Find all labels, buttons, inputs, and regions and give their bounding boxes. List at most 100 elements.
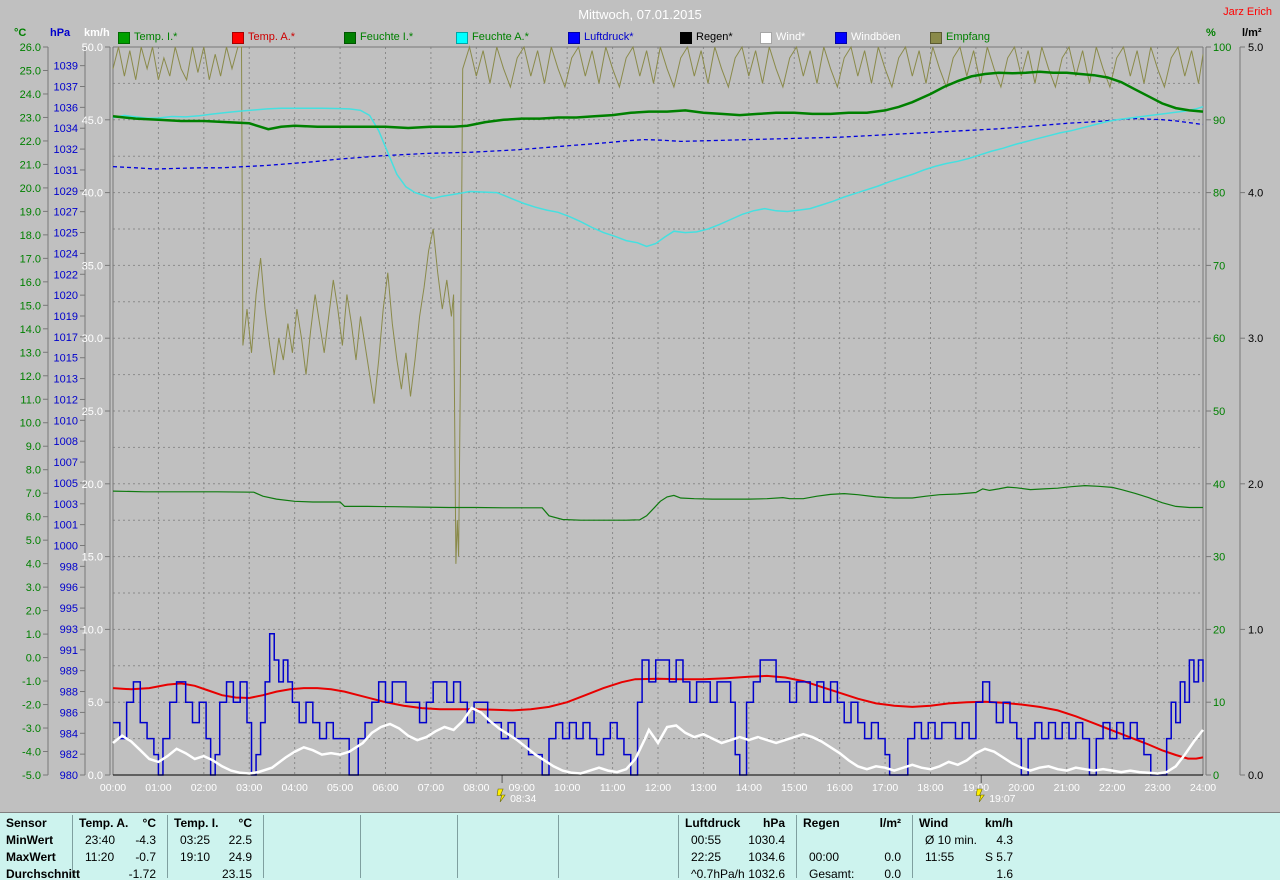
svg-text:0.0: 0.0 [26, 653, 41, 665]
svg-text:21.0: 21.0 [20, 159, 41, 171]
svg-text:80: 80 [1213, 188, 1225, 200]
svg-text:22:00: 22:00 [1099, 782, 1125, 794]
svg-text:40.0: 40.0 [82, 188, 103, 200]
svg-text:2.0: 2.0 [26, 606, 41, 618]
svg-text:00:00: 00:00 [100, 782, 126, 794]
svg-text:1013: 1013 [54, 374, 78, 386]
table-cell: 0.0 [797, 867, 901, 881]
svg-text:8.0: 8.0 [26, 465, 41, 477]
svg-text:08:34: 08:34 [510, 793, 536, 805]
svg-text:30: 30 [1213, 552, 1225, 564]
svg-text:996: 996 [60, 582, 78, 594]
svg-text:23:00: 23:00 [1144, 782, 1170, 794]
svg-text:90: 90 [1213, 115, 1225, 127]
svg-text:13.0: 13.0 [20, 347, 41, 359]
svg-text:07:00: 07:00 [418, 782, 444, 794]
svg-text:17:00: 17:00 [872, 782, 898, 794]
chart-svg: 26.025.024.023.022.021.020.019.018.017.0… [0, 0, 1280, 812]
svg-text:35.0: 35.0 [82, 260, 103, 272]
svg-text:0: 0 [1213, 770, 1219, 782]
svg-text:03:00: 03:00 [236, 782, 262, 794]
svg-text:60: 60 [1213, 333, 1225, 345]
table-cell: 1034.6 [679, 850, 785, 864]
svg-text:1034: 1034 [54, 123, 78, 135]
table-cell: 24.9 [168, 850, 252, 864]
table-cell: S 5.7 [913, 850, 1013, 864]
stats-table: SensorMinWertMaxWertDurchschnittTemp. A.… [0, 812, 1280, 881]
svg-text:24:00: 24:00 [1190, 782, 1216, 794]
svg-text:15.0: 15.0 [82, 552, 103, 564]
svg-text:10:00: 10:00 [554, 782, 580, 794]
svg-text:12:00: 12:00 [645, 782, 671, 794]
svg-text:11:00: 11:00 [600, 782, 626, 794]
svg-text:1039: 1039 [54, 61, 78, 73]
svg-text:16.0: 16.0 [20, 277, 41, 289]
svg-text:1005: 1005 [54, 478, 78, 490]
svg-text:16:00: 16:00 [827, 782, 853, 794]
svg-text:1.0: 1.0 [1248, 624, 1263, 636]
svg-text:08:00: 08:00 [463, 782, 489, 794]
svg-text:1010: 1010 [54, 415, 78, 427]
svg-text:11.0: 11.0 [20, 394, 41, 406]
svg-text:1037: 1037 [54, 81, 78, 93]
series-tempi [113, 72, 1203, 130]
svg-text:20: 20 [1213, 624, 1225, 636]
svg-text:19.0: 19.0 [20, 206, 41, 218]
table-cell: 1032.6 [679, 867, 785, 881]
svg-text:1027: 1027 [54, 207, 78, 219]
svg-text:980: 980 [60, 770, 78, 782]
svg-text:30.0: 30.0 [82, 333, 103, 345]
svg-text:5.0: 5.0 [1248, 42, 1263, 54]
svg-text:982: 982 [60, 749, 78, 761]
svg-text:22.0: 22.0 [20, 136, 41, 148]
svg-text:10: 10 [1213, 697, 1225, 709]
svg-text:17.0: 17.0 [20, 253, 41, 265]
svg-text:1008: 1008 [54, 436, 78, 448]
table-cell: l/m² [797, 816, 901, 830]
table-cell: -0.7 [73, 850, 156, 864]
row-label-minwert: MinWert [6, 833, 53, 847]
svg-text:20.0: 20.0 [20, 183, 41, 195]
svg-text:1012: 1012 [54, 394, 78, 406]
svg-text:1003: 1003 [54, 499, 78, 511]
svg-text:5.0: 5.0 [88, 697, 103, 709]
svg-text:-2.0: -2.0 [22, 700, 41, 712]
table-cell: 1.6 [913, 867, 1013, 881]
table-cell: 1030.4 [679, 833, 785, 847]
svg-text:50.0: 50.0 [82, 42, 103, 54]
svg-text:3.0: 3.0 [26, 582, 41, 594]
svg-text:993: 993 [60, 624, 78, 636]
svg-text:-3.0: -3.0 [22, 723, 41, 735]
svg-text:1025: 1025 [54, 228, 78, 240]
table-divider [558, 815, 559, 878]
svg-text:14:00: 14:00 [736, 782, 762, 794]
svg-text:40: 40 [1213, 479, 1225, 491]
svg-text:24.0: 24.0 [20, 89, 41, 101]
svg-text:1001: 1001 [54, 520, 78, 532]
table-cell: hPa [679, 816, 785, 830]
svg-text:995: 995 [60, 603, 78, 615]
row-label-sensor: Sensor [6, 816, 47, 830]
table-cell: 22.5 [168, 833, 252, 847]
table-divider [457, 815, 458, 878]
svg-text:1022: 1022 [54, 269, 78, 281]
svg-text:986: 986 [60, 707, 78, 719]
svg-text:50: 50 [1213, 406, 1225, 418]
table-cell: km/h [913, 816, 1013, 830]
svg-text:984: 984 [60, 728, 78, 740]
svg-text:70: 70 [1213, 260, 1225, 272]
svg-text:100: 100 [1213, 42, 1231, 54]
svg-text:1024: 1024 [54, 248, 78, 260]
svg-text:0.0: 0.0 [1248, 770, 1263, 782]
svg-text:4.0: 4.0 [1248, 188, 1263, 200]
table-cell: 0.0 [797, 850, 901, 864]
svg-text:04:00: 04:00 [282, 782, 308, 794]
svg-text:1017: 1017 [54, 332, 78, 344]
svg-text:25.0: 25.0 [20, 65, 41, 77]
series-feuchtei [113, 486, 1203, 521]
svg-text:12.0: 12.0 [20, 371, 41, 383]
svg-text:988: 988 [60, 687, 78, 699]
table-cell: °C [73, 816, 156, 830]
svg-text:2.0: 2.0 [1248, 479, 1263, 491]
svg-text:1000: 1000 [54, 540, 78, 552]
